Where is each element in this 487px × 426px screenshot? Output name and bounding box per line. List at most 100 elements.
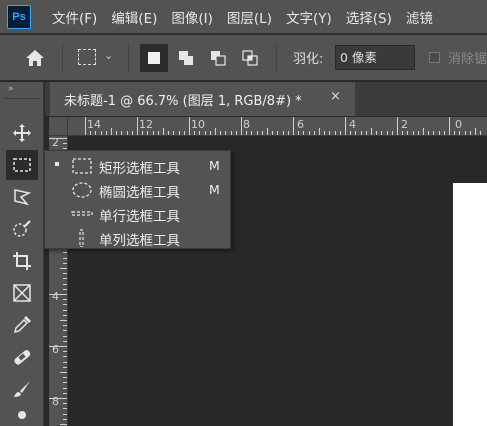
move-icon bbox=[13, 124, 31, 142]
ruler-tick bbox=[63, 325, 67, 327]
menu-image[interactable]: 图像(I) bbox=[171, 7, 213, 27]
ruler-tick bbox=[209, 131, 211, 135]
menu-select[interactable]: 选择(S) bbox=[346, 7, 392, 27]
document-title[interactable]: 未标题-1 @ 66.7% (图层 1, RGB/8#) * bbox=[64, 90, 302, 109]
antialias-label: 消除锯齿 bbox=[448, 52, 487, 67]
ruler-tick bbox=[371, 128, 372, 135]
ruler-tick bbox=[49, 294, 67, 295]
eyedropper-tool[interactable] bbox=[6, 310, 38, 340]
new-selection-button[interactable] bbox=[140, 44, 168, 72]
photoshop-logo: Ps bbox=[7, 4, 31, 29]
ruler-tick bbox=[391, 131, 393, 135]
ruler-tick bbox=[449, 117, 450, 135]
ruler-tick bbox=[360, 131, 362, 135]
eyedropper-icon bbox=[13, 316, 31, 334]
ruler-tick bbox=[95, 131, 97, 135]
ruler-tick bbox=[60, 372, 67, 373]
ruler-tick bbox=[63, 262, 67, 264]
horizontal-ruler[interactable]: 14 12 10 8 6 4 2 0 bbox=[49, 117, 487, 136]
ruler-tick bbox=[407, 131, 409, 135]
ruler-tick bbox=[277, 131, 279, 135]
ruler-tick bbox=[345, 117, 346, 135]
ruler-tick bbox=[63, 418, 67, 420]
brush-icon bbox=[14, 381, 30, 397]
ruler-tick bbox=[199, 131, 201, 135]
menu-edit[interactable]: 编辑(E) bbox=[111, 7, 157, 27]
ruler-tick bbox=[423, 128, 424, 135]
ruler-tick bbox=[376, 131, 378, 135]
menu-layer[interactable]: 图层(L) bbox=[227, 7, 272, 27]
healing-brush-tool[interactable] bbox=[6, 342, 38, 372]
feather-label: 羽化: bbox=[293, 52, 324, 67]
ruler-tick bbox=[63, 304, 67, 306]
rect-marquee-icon bbox=[13, 158, 31, 172]
ruler-tick bbox=[63, 330, 67, 332]
subtract-from-selection-button[interactable] bbox=[204, 44, 232, 72]
rect-marquee-tool[interactable] bbox=[6, 150, 38, 180]
ruler-tick bbox=[163, 128, 164, 135]
ruler-tick bbox=[189, 117, 190, 135]
ruler-tick bbox=[173, 131, 175, 135]
close-icon[interactable]: × bbox=[330, 89, 341, 104]
ruler-tick bbox=[433, 131, 435, 135]
crop-icon bbox=[13, 252, 31, 270]
ruler-tick bbox=[402, 131, 404, 135]
ruler-tick bbox=[111, 128, 112, 135]
ruler-tick bbox=[230, 131, 232, 135]
ruler-tick bbox=[428, 131, 430, 135]
ruler-tick bbox=[454, 131, 456, 135]
divider bbox=[62, 43, 63, 73]
quick-selection-tool[interactable] bbox=[6, 214, 38, 244]
flyout-item-ellipse-marquee[interactable]: 椭圆选框工具 M bbox=[45, 178, 232, 202]
ruler-tick bbox=[350, 131, 352, 135]
ruler-label: 2 bbox=[401, 118, 408, 131]
frame-tool[interactable] bbox=[6, 278, 38, 308]
move-tool[interactable] bbox=[6, 118, 38, 148]
ruler-tick bbox=[142, 131, 144, 135]
ruler-tick bbox=[365, 131, 367, 135]
antialias-checkbox[interactable] bbox=[429, 52, 440, 63]
menu-type[interactable]: 文字(Y) bbox=[286, 7, 332, 27]
ruler-tick bbox=[63, 408, 67, 410]
ruler-tick bbox=[480, 131, 482, 135]
ruler-tick bbox=[329, 131, 331, 135]
ruler-tick bbox=[49, 346, 67, 347]
menu-filter[interactable]: 滤镜 bbox=[406, 7, 433, 27]
collapse-panel-icon[interactable]: » bbox=[8, 84, 13, 94]
ruler-tick bbox=[235, 131, 237, 135]
menu-bar: Ps 文件(F) 编辑(E) 图像(I) 图层(L) 文字(Y) 选择(S) 滤… bbox=[0, 0, 487, 34]
ruler-tick bbox=[63, 335, 67, 337]
divider bbox=[4, 98, 40, 99]
ruler-tick bbox=[63, 413, 67, 415]
document-canvas[interactable] bbox=[453, 183, 487, 426]
lasso-tool[interactable] bbox=[6, 182, 38, 212]
ruler-tick bbox=[241, 117, 242, 135]
ruler-tick bbox=[131, 131, 133, 135]
ruler-origin[interactable] bbox=[49, 117, 68, 136]
feather-input[interactable]: 0 像素 bbox=[335, 45, 415, 70]
polygonal-lasso-icon bbox=[14, 189, 32, 206]
ruler-tick bbox=[100, 131, 102, 135]
home-icon[interactable] bbox=[24, 48, 46, 72]
flyout-item-single-column-marquee[interactable]: 单列选框工具 bbox=[45, 226, 232, 250]
tool-preset-marquee-icon[interactable] bbox=[78, 49, 96, 65]
flyout-item-single-row-marquee[interactable]: 单行选框工具 bbox=[45, 202, 232, 226]
ruler-label: 4 bbox=[349, 118, 356, 131]
stamp-tool[interactable] bbox=[6, 404, 38, 426]
crop-tool[interactable] bbox=[6, 246, 38, 276]
ruler-tick bbox=[60, 424, 67, 425]
ruler-tick bbox=[168, 131, 170, 135]
flyout-item-rect-marquee[interactable]: 矩形选框工具 M bbox=[45, 154, 232, 178]
ruler-tick bbox=[90, 131, 92, 135]
menu-file[interactable]: 文件(F) bbox=[52, 7, 97, 27]
intersect-selection-button[interactable] bbox=[236, 44, 264, 72]
brush-tool[interactable] bbox=[6, 374, 38, 404]
ruler-tick bbox=[178, 131, 180, 135]
add-to-selection-button[interactable] bbox=[172, 44, 200, 72]
ruler-label: 4 bbox=[52, 290, 59, 303]
ruler-tick bbox=[116, 131, 118, 135]
ruler-tick bbox=[256, 131, 258, 135]
ruler-tick bbox=[63, 351, 67, 353]
chevron-down-icon[interactable]: ⌄ bbox=[104, 49, 113, 62]
ruler-tick bbox=[220, 131, 222, 135]
